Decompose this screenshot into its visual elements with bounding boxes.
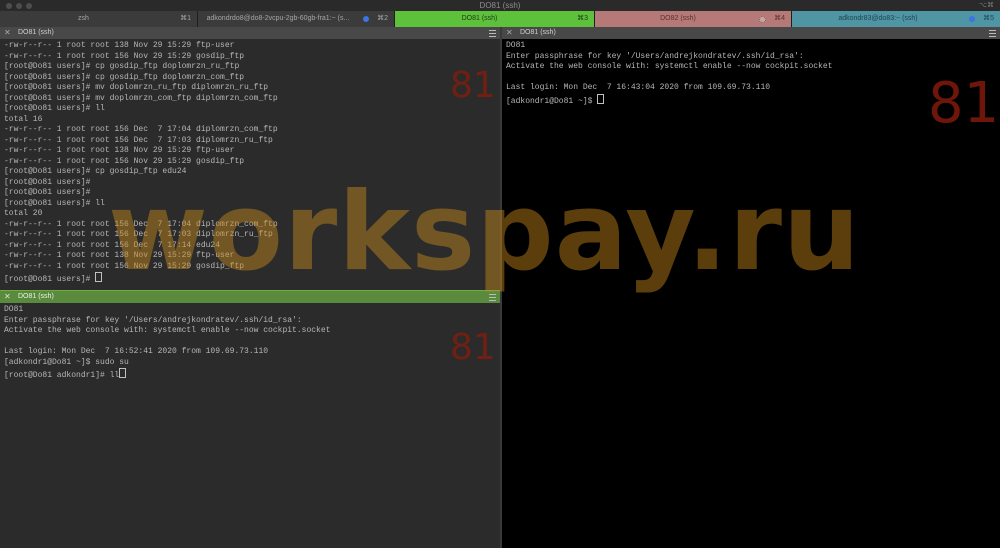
hamburger-menu-icon[interactable] bbox=[989, 30, 996, 37]
pane-number-badge: 81 bbox=[450, 327, 496, 368]
text-cursor bbox=[95, 272, 103, 282]
tab-label: adkondr83@do83:~ (ssh) bbox=[838, 15, 918, 22]
pane-header: ✕ DO81 (ssh) bbox=[502, 27, 1000, 39]
terminal-line: total 16 bbox=[4, 114, 43, 124]
close-pane-icon[interactable]: ✕ bbox=[4, 27, 11, 39]
terminal-line: -rw-r--r-- 1 root root 138 Nov 29 15:29 … bbox=[4, 41, 235, 50]
shortcut-hint: ⌥⌘ bbox=[978, 2, 994, 9]
tab-label: adkondrdo8@do8-2vcpu-2gb-60gb-fra1:~ (s.… bbox=[206, 15, 350, 22]
tab-shortcut: ⌘3 bbox=[577, 15, 588, 22]
watermark: workspay.ru bbox=[108, 170, 861, 295]
terminal-line: -rw-r--r-- 1 root root 156 Nov 29 15:29 … bbox=[4, 156, 245, 166]
tab-do82[interactable]: DO82 (ssh) ⌘4 bbox=[595, 11, 792, 27]
pane-title: DO81 (ssh) bbox=[520, 29, 556, 36]
terminal-line: Last login: Mon Dec 7 16:43:04 2020 from… bbox=[506, 83, 771, 92]
terminal-line: Enter passphrase for key '/Users/andrejk… bbox=[506, 51, 804, 61]
text-cursor bbox=[119, 368, 127, 378]
terminal-line: -rw-r--r-- 1 root root 138 Nov 29 15:29 … bbox=[4, 146, 235, 155]
pane-bottom-left[interactable]: ✕ DO81 (ssh) DO81 Enter passphrase for ke… bbox=[0, 291, 500, 548]
window-title: DO81 (ssh) bbox=[479, 1, 521, 10]
tab-label: DO81 (ssh) bbox=[461, 15, 498, 22]
terminal-output[interactable]: DO81 Enter passphrase for key '/Users/and… bbox=[506, 41, 996, 107]
terminal-line: [root@Do81 users]# mv doplomrzn_com_ftp … bbox=[4, 93, 278, 103]
loading-spinner-icon bbox=[759, 16, 766, 23]
terminal-line: Last login: Mon Dec 7 16:52:41 2020 from… bbox=[4, 347, 269, 356]
pane-number-badge: 81 bbox=[450, 65, 496, 106]
terminal-line: -rw-r--r-- 1 root root 156 Dec 7 17:04 d… bbox=[4, 125, 278, 134]
tab-shortcut: ⌘4 bbox=[774, 15, 785, 22]
close-pane-icon[interactable]: ✕ bbox=[4, 291, 11, 303]
tab-bar: zsh ⌘1 adkondrdo8@do8-2vcpu-2gb-60gb-fra… bbox=[0, 11, 1000, 27]
tab-do81[interactable]: DO81 (ssh) ⌘3 bbox=[395, 11, 595, 27]
pane-header: ✕ DO81 (ssh) bbox=[0, 27, 500, 39]
tab-label: zsh bbox=[78, 15, 89, 22]
close-pane-icon[interactable]: ✕ bbox=[506, 27, 513, 39]
prompt-text: [adkondr1@Do81 ~]$ bbox=[506, 96, 598, 106]
pane-number-badge: 81 bbox=[928, 71, 1000, 136]
hamburger-menu-icon[interactable] bbox=[489, 30, 496, 37]
tab-do8[interactable]: adkondrdo8@do8-2vcpu-2gb-60gb-fra1:~ (s.… bbox=[198, 11, 395, 27]
terminal-line: [adkondr1@Do81 ~]$ sudo su bbox=[4, 357, 129, 367]
pane-title: DO81 (ssh) bbox=[18, 293, 54, 300]
tab-label: DO82 (ssh) bbox=[660, 15, 696, 22]
activity-indicator-icon bbox=[363, 16, 369, 22]
terminal-line: -rw-r--r-- 1 root root 156 Nov 29 15:29 … bbox=[4, 51, 245, 61]
text-cursor bbox=[597, 93, 605, 104]
hamburger-menu-icon[interactable] bbox=[489, 294, 496, 301]
terminal-line: [root@Do81 users]# mv doplomrzn_ru_ftp d… bbox=[4, 83, 269, 92]
tab-shortcut: ⌘1 bbox=[180, 15, 191, 22]
terminal-line: [root@Do81 users]# cp gosdip_ftp doplomr… bbox=[4, 62, 240, 71]
terminal-line: Activate the web console with: systemctl… bbox=[506, 62, 833, 71]
activity-indicator-icon bbox=[969, 16, 975, 22]
terminal-line: [root@Do81 users]# cp gosdip_ftp doplomr… bbox=[4, 72, 245, 82]
pane-title: DO81 (ssh) bbox=[18, 29, 54, 36]
prompt-text: [root@Do81 users]# bbox=[4, 275, 96, 284]
tab-do83[interactable]: adkondr83@do83:~ (ssh) ⌘5 bbox=[792, 11, 1000, 27]
terminal-line: [root@Do81 users]# ll bbox=[4, 104, 105, 113]
window-titlebar: DO81 (ssh) ⌥⌘ bbox=[0, 0, 1000, 11]
tab-shortcut: ⌘2 bbox=[377, 15, 388, 22]
prompt-text: [root@Do81 adkondr1]# ll bbox=[4, 371, 120, 380]
terminal-line: Activate the web console with: systemctl… bbox=[4, 326, 331, 335]
tab-zsh[interactable]: zsh ⌘1 bbox=[0, 11, 198, 27]
prompt-line: [root@Do81 adkondr1]# ll bbox=[4, 368, 496, 382]
terminal-line: -rw-r--r-- 1 root root 156 Dec 7 17:03 d… bbox=[4, 135, 273, 145]
prompt-line: [adkondr1@Do81 ~]$ bbox=[506, 93, 996, 108]
terminal-line: DO81 bbox=[4, 305, 24, 314]
terminal-line: Enter passphrase for key '/Users/andrejk… bbox=[4, 315, 302, 325]
terminal-output[interactable]: DO81 Enter passphrase for key '/Users/and… bbox=[4, 305, 496, 382]
terminal-line: DO81 bbox=[506, 41, 526, 50]
tab-shortcut: ⌘5 bbox=[983, 15, 994, 22]
